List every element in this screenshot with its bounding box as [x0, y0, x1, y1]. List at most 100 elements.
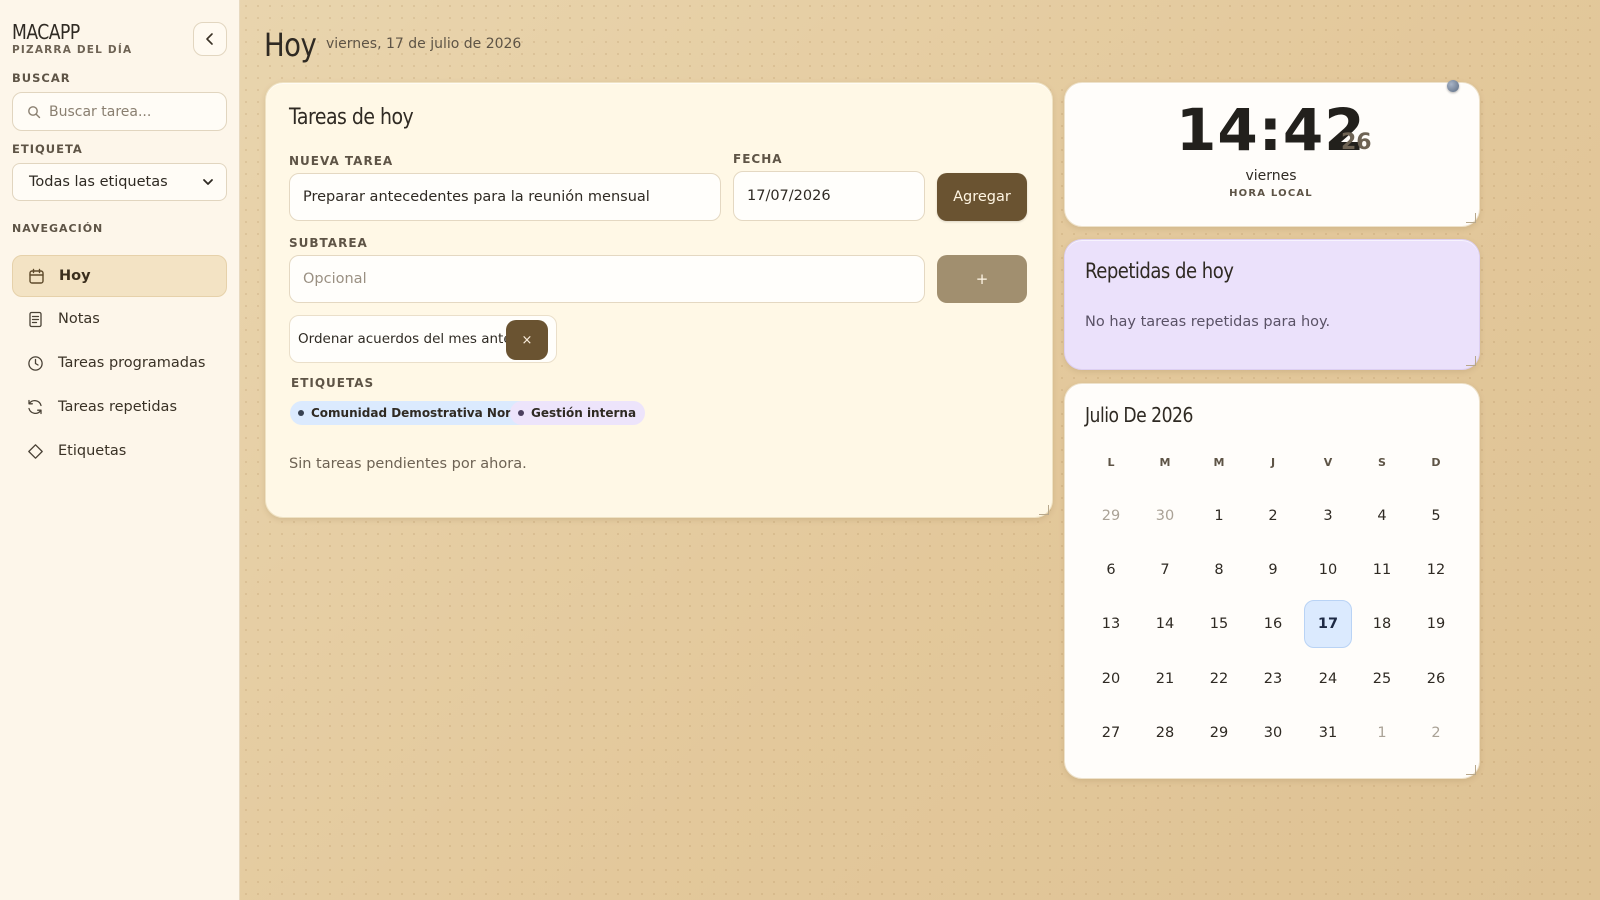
date-input[interactable]: 17/07/2026	[733, 171, 925, 221]
repeat-icon	[26, 398, 44, 416]
calendar-day[interactable]: 2	[1249, 492, 1297, 540]
subtask-label: SUBTAREA	[289, 236, 368, 250]
calendar-day[interactable]: 9	[1249, 546, 1297, 594]
add-task-button[interactable]: Agregar	[937, 173, 1027, 221]
calendar-day[interactable]: 1	[1358, 709, 1406, 757]
tag-chip-gestion[interactable]: Gestión interna	[510, 401, 646, 425]
page-title: Hoy	[264, 26, 317, 64]
sidebar-item-label: Hoy	[59, 268, 91, 284]
calendar-card-resize-handle[interactable]	[1466, 765, 1476, 775]
document-icon	[26, 310, 44, 328]
chevron-left-icon	[206, 33, 213, 45]
tag-filter-value: Todas las etiquetas	[29, 174, 168, 190]
calendar-day[interactable]: 28	[1141, 709, 1189, 757]
tag-filter-select[interactable]: Todas las etiquetas	[12, 163, 227, 201]
calendar-weekday-header: D	[1431, 456, 1441, 469]
repeated-empty-message: No hay tareas repetidas para hoy.	[1085, 314, 1331, 330]
app-title: MACAPP	[12, 20, 80, 44]
calendar-day-today[interactable]: 17	[1304, 600, 1352, 648]
calendar-day[interactable]: 10	[1304, 546, 1352, 594]
calendar-day[interactable]: 14	[1141, 600, 1189, 648]
calendar-day[interactable]: 1	[1195, 492, 1243, 540]
chevron-down-icon	[203, 179, 213, 185]
calendar-weekday-header: J	[1270, 456, 1276, 469]
sidebar-item-label: Tareas programadas	[58, 355, 206, 371]
calendar-day[interactable]: 29	[1195, 709, 1243, 757]
calendar-day[interactable]: 5	[1412, 492, 1460, 540]
remove-subtask-button[interactable]: ×	[506, 320, 548, 360]
calendar-day[interactable]: 23	[1249, 655, 1297, 703]
calendar-day[interactable]: 25	[1358, 655, 1406, 703]
calendar-day[interactable]: 27	[1087, 709, 1135, 757]
sidebar-item-tareas-repetidas[interactable]: Tareas repetidas	[12, 386, 227, 428]
sidebar-item-label: Notas	[58, 311, 100, 327]
calendar-day[interactable]: 18	[1358, 600, 1406, 648]
subtask-chip: Ordenar acuerdos del mes anterior ×	[289, 315, 557, 363]
sidebar-item-label: Etiquetas	[58, 443, 127, 459]
calendar-day[interactable]: 29	[1087, 492, 1135, 540]
calendar-weekday-header: L	[1107, 456, 1115, 469]
collapse-sidebar-button[interactable]	[193, 22, 227, 56]
calendar-day[interactable]: 3	[1304, 492, 1352, 540]
clock-day: viernes	[1245, 168, 1297, 184]
calendar-weekday-header: S	[1378, 456, 1386, 469]
search-input[interactable]	[49, 103, 219, 120]
calendar-day[interactable]: 4	[1358, 492, 1406, 540]
tag-dot-icon	[298, 410, 304, 416]
calendar-day[interactable]: 31	[1304, 709, 1352, 757]
search-label: BUSCAR	[12, 71, 71, 85]
tag-dot-icon	[518, 410, 524, 416]
calendar-weekday-header: V	[1323, 456, 1333, 469]
clock-seconds: 26	[1341, 130, 1372, 155]
tag-filter-label: ETIQUETA	[12, 142, 83, 156]
date-label: FECHA	[733, 152, 783, 166]
tasks-card-resize-handle[interactable]	[1039, 505, 1049, 515]
clock-card-resize-handle[interactable]	[1466, 213, 1476, 223]
calendar-day[interactable]: 2	[1412, 709, 1460, 757]
sidebar-item-etiquetas[interactable]: Etiquetas	[12, 430, 227, 472]
search-icon	[28, 105, 41, 118]
calendar-day[interactable]: 21	[1141, 655, 1189, 703]
tag-chip-label: Gestión interna	[531, 406, 637, 420]
calendar-day[interactable]: 11	[1358, 546, 1406, 594]
calendar-weekday-header: M	[1213, 456, 1225, 469]
calendar-day[interactable]: 20	[1087, 655, 1135, 703]
calendar-day[interactable]: 22	[1195, 655, 1243, 703]
tasks-empty-message: Sin tareas pendientes por ahora.	[289, 456, 527, 472]
subtask-chip-text: Ordenar acuerdos del mes anterior	[298, 331, 535, 347]
sidebar-item-notas[interactable]: Notas	[12, 298, 227, 340]
new-task-input[interactable]: Preparar antecedentes para la reunión me…	[289, 173, 721, 221]
calendar-day[interactable]: 26	[1412, 655, 1460, 703]
calendar-day[interactable]: 6	[1087, 546, 1135, 594]
tags-label: ETIQUETAS	[291, 376, 375, 390]
calendar-day[interactable]: 30	[1141, 492, 1189, 540]
page-date: viernes, 17 de julio de 2026	[326, 36, 522, 52]
calendar-day[interactable]: 30	[1249, 709, 1297, 757]
subtask-input[interactable]: Opcional	[289, 255, 925, 303]
calendar-icon	[27, 267, 45, 285]
calendar-title: Julio De 2026	[1085, 403, 1193, 427]
add-subtask-button[interactable]: +	[937, 255, 1027, 303]
calendar-weekday-header: M	[1159, 456, 1171, 469]
sidebar-item-tareas-programadas[interactable]: Tareas programadas	[12, 342, 227, 384]
calendar-day[interactable]: 12	[1412, 546, 1460, 594]
repeated-card-resize-handle[interactable]	[1466, 356, 1476, 366]
tag-icon	[26, 442, 44, 460]
sidebar-item-label: Tareas repetidas	[58, 399, 178, 415]
pin-icon	[1447, 80, 1459, 92]
calendar-day[interactable]: 7	[1141, 546, 1189, 594]
calendar-day[interactable]: 16	[1249, 600, 1297, 648]
calendar-day[interactable]: 19	[1412, 600, 1460, 648]
search-box[interactable]	[12, 92, 227, 131]
app-subtitle: PIZARRA DEL DÍA	[12, 44, 133, 56]
tag-chip-comunidad[interactable]: Comunidad Demostrativa Norte	[290, 401, 534, 425]
sidebar-item-hoy[interactable]: Hoy	[12, 255, 227, 297]
calendar-day[interactable]: 13	[1087, 600, 1135, 648]
sidebar: MACAPP PIZARRA DEL DÍA BUSCAR ETIQUETA T…	[0, 0, 240, 900]
clock-time: 14:42	[1176, 96, 1366, 164]
calendar-day[interactable]: 15	[1195, 600, 1243, 648]
nav-label: NAVEGACIÓN	[12, 222, 104, 235]
calendar-day[interactable]: 24	[1304, 655, 1352, 703]
tag-chip-label: Comunidad Demostrativa Norte	[311, 406, 525, 420]
calendar-day[interactable]: 8	[1195, 546, 1243, 594]
